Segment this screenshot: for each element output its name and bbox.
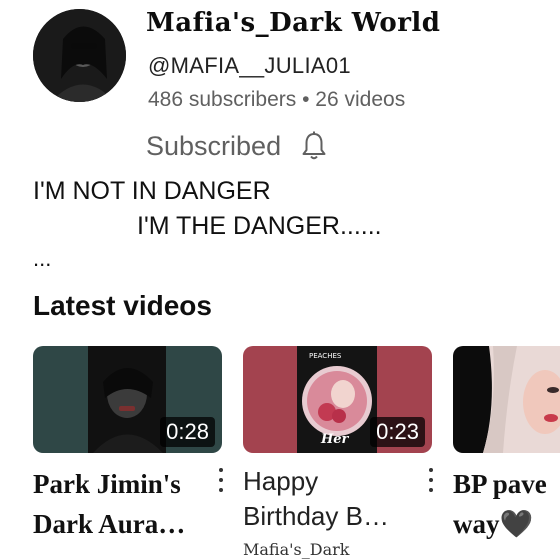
video-thumbnail[interactable]: PEACHES Her 0:23 — [243, 346, 432, 453]
video-title-line-1: Park Jimin's — [33, 469, 181, 499]
description-line-1: I'M NOT IN DANGER — [33, 177, 271, 205]
more-vert-icon[interactable] — [424, 466, 438, 494]
video-title-line-2: Birthday B… — [243, 501, 389, 531]
video-thumbnail[interactable]: 0:28 — [33, 346, 222, 453]
channel-avatar[interactable] — [33, 9, 126, 102]
video-title-line-1: Happy — [243, 466, 319, 496]
video-card[interactable]: PEACHES Her 0:23 Happy Birthday B… Mafia… — [243, 346, 433, 559]
description-line-2: I'M THE DANGER...... — [137, 212, 382, 240]
video-title[interactable]: BP pave way🖤 — [453, 464, 560, 544]
subscribed-button[interactable]: Subscribed — [146, 126, 327, 166]
thumbnail-image — [453, 346, 560, 453]
thumbnail-badge: PEACHES — [309, 352, 342, 360]
video-thumbnail[interactable] — [453, 346, 560, 453]
avatar-image — [33, 9, 126, 102]
subscriber-count: 486 subscribers — [148, 88, 297, 111]
video-channel-name: Mafia's_Dark — [243, 540, 350, 559]
video-duration: 0:28 — [160, 417, 215, 447]
channel-handle: @MAFIA__JULIA01 — [148, 53, 351, 78]
thumbnail-caption: Her — [321, 432, 349, 447]
subscribed-label: Subscribed — [146, 130, 282, 161]
channel-description: I'M NOT IN DANGER I'M THE DANGER...... — [33, 174, 533, 244]
video-title-line-2: way🖤 — [453, 509, 534, 539]
video-count: 26 videos — [315, 88, 406, 111]
video-card[interactable]: BP pave way🖤 — [453, 346, 560, 560]
video-title-line-1: BP pave — [453, 469, 547, 499]
video-title[interactable]: Happy Birthday B… — [243, 464, 418, 534]
description-more[interactable]: ... — [33, 246, 51, 272]
video-title[interactable]: Park Jimin's Dark Aura… — [33, 464, 208, 544]
stats-separator: • — [302, 88, 310, 111]
channel-name: Mafia's_Dark World — [146, 8, 441, 38]
video-duration: 0:23 — [370, 417, 425, 447]
more-vert-icon[interactable] — [214, 466, 228, 494]
channel-stats: 486 subscribers • 26 videos — [148, 88, 405, 112]
latest-videos-heading: Latest videos — [33, 290, 212, 321]
video-card[interactable]: 0:28 Park Jimin's Dark Aura… — [33, 346, 223, 539]
bell-icon[interactable] — [301, 131, 327, 161]
video-title-line-2: Dark Aura… — [33, 509, 186, 539]
